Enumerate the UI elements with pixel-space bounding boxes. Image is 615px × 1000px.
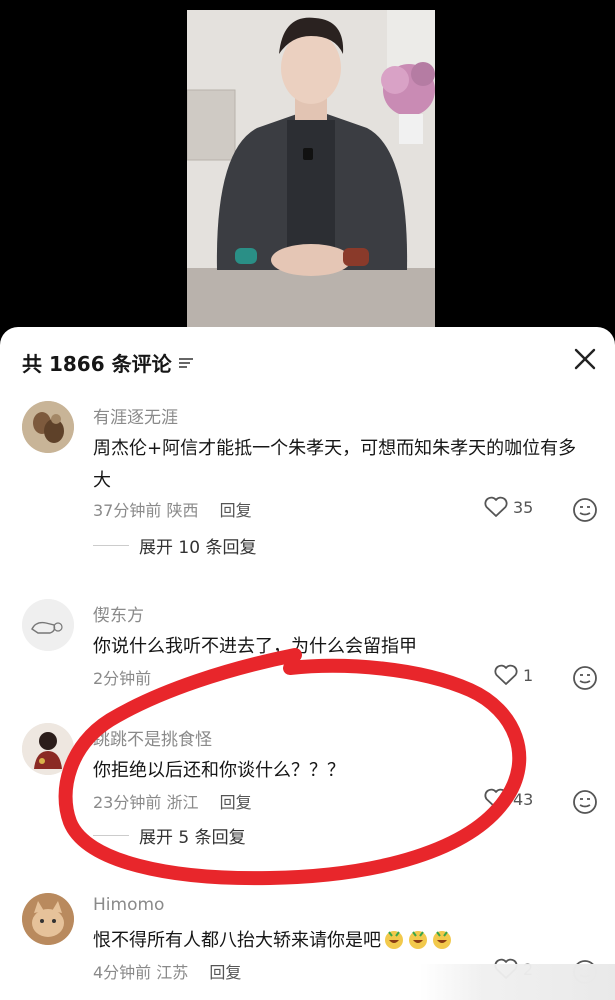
comment-location: 江苏 — [156, 963, 189, 982]
laughing-face-emoji — [409, 931, 427, 949]
watermark-blur — [420, 964, 615, 1000]
expand-replies-label: 展开 5 条回复 — [139, 828, 246, 848]
comment-username[interactable]: 有涯逐无涯 — [93, 403, 178, 428]
comment-text-line: 恨不得所有人都八抬大轿来请你是吧 — [93, 925, 593, 957]
comment-meta: 23分钟前 浙江 回复 — [93, 789, 252, 813]
video-player[interactable] — [0, 0, 615, 340]
like-count: 1 — [523, 665, 534, 685]
comment-username[interactable]: Himomo — [93, 895, 164, 915]
like-button[interactable]: 35 — [483, 495, 533, 519]
like-button[interactable]: 43 — [483, 787, 533, 811]
comment-time: 23分钟前 — [93, 793, 162, 812]
comment-time: 4分钟前 — [93, 963, 152, 982]
laughing-face-emoji — [433, 931, 451, 949]
reply-button[interactable]: 回复 — [209, 963, 241, 982]
comment-item: 跳跳不是挑食怪 你拒绝以后还和你谈什么？？？ 23分钟前 浙江 回复 43 展开… — [0, 723, 615, 863]
laughing-face-emoji — [385, 931, 403, 949]
comment-location: 陕西 — [166, 501, 199, 520]
sort-icon[interactable] — [178, 355, 194, 369]
video-still — [187, 10, 435, 328]
comment-item: 偰东方 你说什么我听不进去了，为什么会留指甲 2分钟前 1 — [0, 599, 615, 699]
heart-icon — [484, 496, 508, 517]
comment-header: 共 1866 条评论 — [22, 347, 194, 377]
comment-meta: 37分钟前 陕西 回复 — [93, 497, 252, 521]
expand-replies-button[interactable]: 展开 10 条回复 — [93, 533, 256, 558]
comment-text: 你拒绝以后还和你谈什么？？？ — [93, 760, 345, 781]
divider — [93, 835, 129, 836]
close-icon[interactable] — [571, 345, 599, 373]
avatar[interactable] — [22, 723, 74, 775]
comment-time: 37分钟前 — [93, 501, 162, 520]
avatar[interactable] — [22, 401, 74, 453]
avatar[interactable] — [22, 893, 74, 945]
comment-text: 你说什么我听不进去了，为什么会留指甲 — [93, 636, 417, 657]
comment-item: 有涯逐无涯 周杰伦+阿信才能抵一个朱孝天，可想而知朱孝天的咖位有多大 37分钟前… — [0, 401, 615, 571]
emoji-icon[interactable] — [572, 665, 598, 691]
video-frame[interactable] — [187, 10, 435, 328]
emoji-icon[interactable] — [572, 789, 598, 815]
comment-location: 浙江 — [166, 793, 199, 812]
comment-sheet: 共 1866 条评论 有涯逐无涯 周杰伦+阿信才能抵一个朱孝天，可想而知朱孝天的… — [0, 327, 615, 1000]
heart-icon — [494, 664, 518, 685]
comment-count-title: 共 1866 条评论 — [22, 351, 172, 376]
expand-replies-label: 展开 10 条回复 — [139, 538, 257, 558]
expand-replies-button[interactable]: 展开 5 条回复 — [93, 823, 246, 848]
like-count: 35 — [513, 497, 534, 517]
comment-meta: 2分钟前 — [93, 665, 151, 689]
reply-button[interactable]: 回复 — [220, 793, 252, 812]
avatar[interactable] — [22, 599, 74, 651]
comment-time: 2分钟前 — [93, 669, 152, 688]
like-button[interactable]: 1 — [493, 663, 533, 687]
comment-text: 周杰伦+阿信才能抵一个朱孝天，可想而知朱孝天的咖位有多大 — [93, 438, 577, 491]
comment-text: 恨不得所有人都八抬大轿来请你是吧 — [93, 930, 381, 951]
comment-username[interactable]: 跳跳不是挑食怪 — [93, 725, 212, 750]
comment-meta: 4分钟前 江苏 回复 — [93, 959, 241, 983]
like-count: 43 — [513, 789, 534, 809]
comment-username[interactable]: 偰东方 — [93, 601, 144, 626]
emoji-icon[interactable] — [572, 497, 598, 523]
divider — [93, 545, 129, 546]
heart-icon — [484, 788, 508, 809]
reply-button[interactable]: 回复 — [220, 501, 252, 520]
